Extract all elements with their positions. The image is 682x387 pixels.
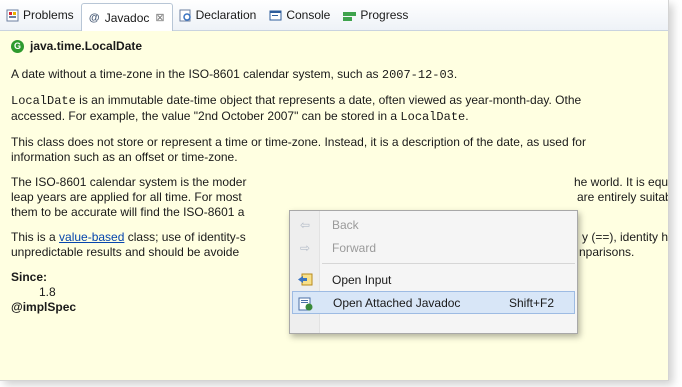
tab-javadoc[interactable]: @ Javadoc ⊠ (80, 3, 173, 31)
text: A date without a time-zone in the ISO-86… (11, 67, 382, 81)
text: accessed. For example, the value "2nd Oc… (11, 109, 401, 123)
console-icon (269, 9, 282, 22)
tab-progress[interactable]: Progress (337, 3, 415, 27)
text: is an immutable date-time object that re… (75, 93, 582, 107)
menu-item-label: Open Input (332, 272, 392, 287)
code-snippet: LocalDate (400, 110, 466, 124)
paragraph: The ISO-8601 calendar system is the mode… (11, 175, 668, 190)
value-based-link[interactable]: value-based (59, 230, 124, 244)
tab-label: Javadoc (104, 10, 150, 25)
text: class; use of identity-s (124, 230, 246, 244)
class-title: G java.time.LocalDate (11, 39, 660, 53)
menu-item-open-input[interactable]: Open Input (290, 268, 577, 291)
text: . (453, 67, 458, 81)
paragraph: This class does not store or represent a… (11, 135, 586, 149)
attached-javadoc-icon (298, 297, 314, 310)
open-input-icon (297, 273, 313, 286)
tab-label: Console (286, 8, 331, 22)
class-icon: G (11, 39, 24, 53)
menu-item-forward[interactable]: ⇨ Forward (290, 236, 577, 259)
paragraph: A date without a time-zone in the ISO-86… (11, 67, 660, 83)
menu-separator (322, 263, 575, 264)
code-snippet: LocalDate (11, 94, 76, 108)
tab-label: Declaration (195, 8, 257, 22)
text: y (==), identity ha (582, 230, 669, 244)
at-icon: @ (88, 11, 100, 24)
progress-icon (343, 9, 357, 22)
menu-item-label: Open Attached Javadoc (333, 295, 461, 310)
context-menu: ⇦ Back ⇨ Forward Open Input Open Attache… (289, 210, 578, 334)
tab-label: Progress (360, 8, 409, 22)
paragraph-line: accessed. For example, the value "2nd Oc… (11, 109, 660, 125)
text: he world. It is equ (574, 175, 669, 189)
paragraph-line: information such as an offset or time-zo… (11, 150, 238, 164)
text: unpredictable results and should be avoi… (11, 245, 240, 259)
menu-item-open-attached-javadoc[interactable]: Open Attached Javadoc Shift+F2 (292, 291, 575, 314)
class-name: java.time.LocalDate (30, 39, 143, 53)
tab-label: Problems (23, 8, 74, 22)
menu-item-label: Back (332, 217, 359, 232)
code-snippet: 2007-12-03 (381, 68, 454, 82)
text: The ISO-8601 calendar system is the mode… (11, 175, 247, 189)
text: . (465, 109, 469, 123)
text: This is a (11, 230, 60, 244)
tab-problems[interactable]: Problems (0, 3, 81, 27)
forward-arrow-icon: ⇨ (299, 240, 311, 255)
menu-item-label: Forward (332, 240, 377, 255)
view-tab-bar: Problems @ Javadoc ⊠ Declaration Console… (0, 0, 668, 31)
text: leap years are applied for all time. For… (11, 190, 242, 204)
text: are entirely suitabl (577, 190, 669, 204)
text: nparisons. (579, 245, 635, 259)
paragraph: LocalDate is an immutable date-time obje… (11, 93, 660, 109)
tab-declaration[interactable]: Declaration (173, 3, 264, 27)
problems-icon (6, 9, 19, 22)
declaration-icon (179, 9, 192, 22)
paragraph-line: leap years are applied for all time. For… (11, 190, 668, 205)
menu-item-back[interactable]: ⇦ Back (290, 213, 577, 236)
menu-item-accelerator: Shift+F2 (509, 295, 555, 310)
javadoc-view: Problems @ Javadoc ⊠ Declaration Console… (0, 0, 669, 381)
back-arrow-icon: ⇦ (299, 217, 311, 232)
tab-console[interactable]: Console (263, 3, 337, 27)
close-icon[interactable]: ⊠ (155, 11, 164, 24)
